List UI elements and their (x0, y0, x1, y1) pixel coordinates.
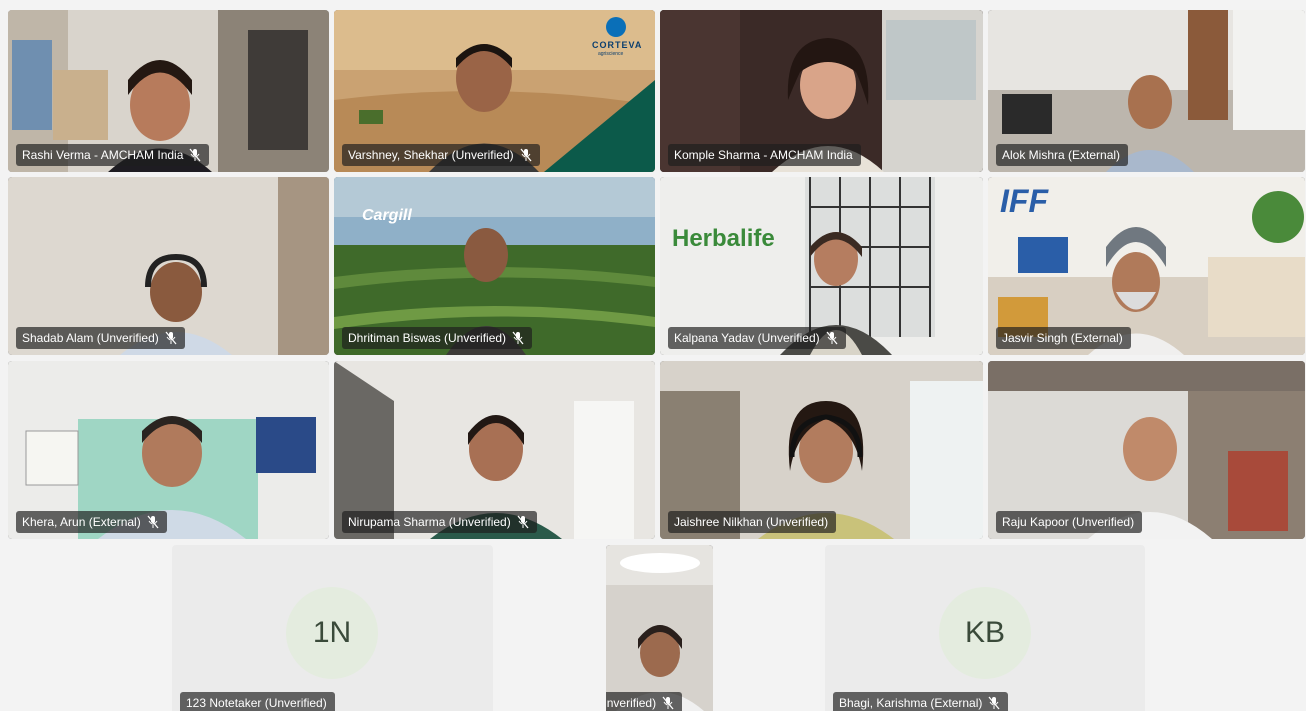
participant-name: Bhavna Ahooja (Unverified) (606, 696, 657, 710)
video-feed (606, 545, 713, 711)
video-tile-nirupama-sharma[interactable]: Nirupama Sharma (Unverified) (334, 361, 655, 539)
participant-name: 123 Notetaker (Unverified) (186, 696, 327, 710)
company-logo: IFF (1000, 183, 1048, 219)
participant-name: Jaishree Nilkhan (Unverified) (674, 515, 829, 529)
mic-off-icon (517, 515, 529, 529)
company-logo-subtitle: agriscience (598, 51, 624, 57)
participant-label: Kalpana Yadav (Unverified) (668, 327, 846, 349)
company-logo: Herbalife (672, 225, 775, 252)
video-tile-komple-sharma[interactable]: Komple Sharma - AMCHAM India (660, 10, 983, 172)
participant-name: Alok Mishra (External) (1002, 148, 1121, 162)
video-tile-kalpana-yadav[interactable]: Herbalife Kalpana Yadav (Unverified) (660, 177, 983, 355)
video-tile-rashi-verma[interactable]: Rashi Verma - AMCHAM India (8, 10, 329, 172)
participant-label: 123 Notetaker (Unverified) (180, 692, 335, 711)
mic-off-icon (826, 331, 838, 345)
participant-label: Raju Kapoor (Unverified) (996, 511, 1143, 533)
video-tile-shadab-alam[interactable]: Shadab Alam (Unverified) (8, 177, 329, 355)
avatar-tile-123-notetaker[interactable]: 1N 123 Notetaker (Unverified) (172, 545, 493, 711)
video-tile-dhritiman-biswas[interactable]: Cargill Dhritiman Biswas (Unverified) (334, 177, 655, 355)
company-logo: Cargill (362, 207, 412, 224)
company-logo: CORTEVA (592, 40, 643, 50)
participant-label: Jaishree Nilkhan (Unverified) (668, 511, 837, 533)
participant-name: Varshney, Shekhar (Unverified) (348, 148, 514, 162)
avatar-initials: 1N (286, 587, 378, 679)
participant-label: Bhagi, Karishma (External) (833, 692, 1009, 711)
participant-label: Nirupama Sharma (Unverified) (342, 511, 537, 533)
avatar-tile-karishma-bhagi[interactable]: KB Bhagi, Karishma (External) (825, 545, 1145, 711)
meeting-gallery: Rashi Verma - AMCHAM India CORTEVA agris… (0, 0, 1306, 711)
participant-label: Alok Mishra (External) (996, 144, 1129, 166)
participant-name: Khera, Arun (External) (22, 515, 141, 529)
video-tile-bhavna-ahooja[interactable]: Bhavna Ahooja (Unverified) (606, 545, 713, 711)
participant-name: Bhagi, Karishma (External) (839, 696, 983, 710)
participant-name: Komple Sharma - AMCHAM India (674, 148, 853, 162)
participant-name: Rashi Verma - AMCHAM India (22, 148, 184, 162)
mic-off-icon (520, 148, 532, 162)
participant-name: Kalpana Yadav (Unverified) (674, 331, 820, 345)
participant-label: Bhavna Ahooja (Unverified) (606, 692, 683, 711)
participant-label: Rashi Verma - AMCHAM India (16, 144, 210, 166)
video-tile-jaishree-nilkhan[interactable]: Jaishree Nilkhan (Unverified) (660, 361, 983, 539)
video-tile-jasvir-singh[interactable]: IFF Jasvir Singh (External) (988, 177, 1305, 355)
participant-name: Shadab Alam (Unverified) (22, 331, 159, 345)
mic-off-icon (662, 696, 674, 710)
participant-label: Dhritiman Biswas (Unverified) (342, 327, 533, 349)
participant-label: Shadab Alam (Unverified) (16, 327, 185, 349)
participant-name: Nirupama Sharma (Unverified) (348, 515, 511, 529)
participant-label: Jasvir Singh (External) (996, 327, 1131, 349)
participant-name: Dhritiman Biswas (Unverified) (348, 331, 507, 345)
participant-name: Jasvir Singh (External) (1002, 331, 1123, 345)
participant-label: Komple Sharma - AMCHAM India (668, 144, 861, 166)
participant-label: Varshney, Shekhar (Unverified) (342, 144, 540, 166)
participant-label: Khera, Arun (External) (16, 511, 167, 533)
mic-off-icon (165, 331, 177, 345)
mic-off-icon (147, 515, 159, 529)
mic-off-icon (988, 696, 1000, 710)
avatar-initials: KB (939, 587, 1031, 679)
video-tile-alok-mishra[interactable]: Alok Mishra (External) (988, 10, 1305, 172)
video-tile-raju-kapoor[interactable]: Raju Kapoor (Unverified) (988, 361, 1305, 539)
video-tile-shekhar-varshney[interactable]: CORTEVA agriscience Varshney, Shekhar (U… (334, 10, 655, 172)
participant-name: Raju Kapoor (Unverified) (1002, 515, 1135, 529)
video-tile-arun-khera[interactable]: Khera, Arun (External) (8, 361, 329, 539)
mic-off-icon (512, 331, 524, 345)
mic-off-icon (189, 148, 201, 162)
